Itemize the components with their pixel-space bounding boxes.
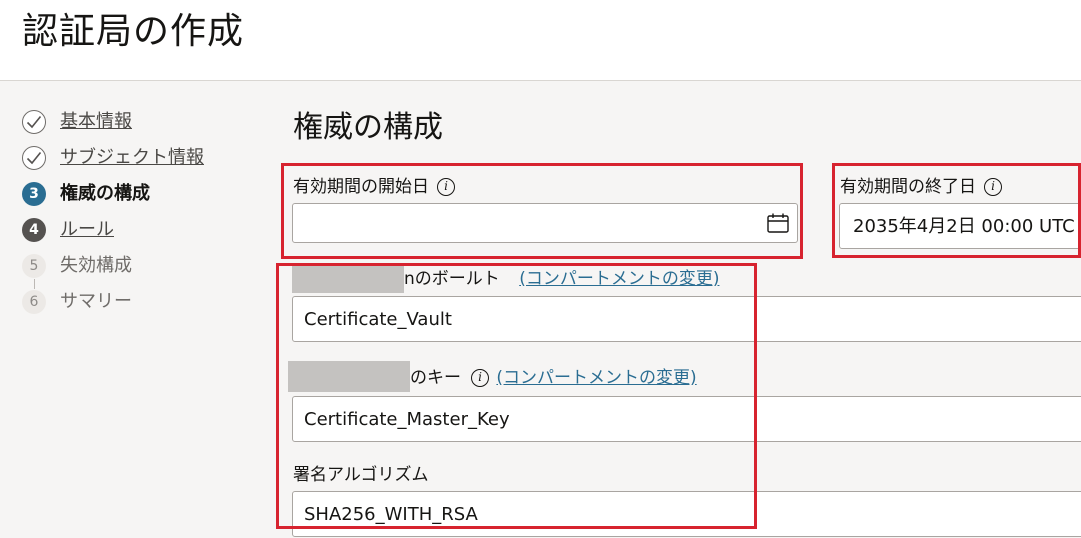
vault-label-text: nのボールト: [404, 269, 500, 289]
validity-end-label: 有効期間の終了日 i: [840, 175, 1002, 199]
step-number-badge: 6: [22, 290, 46, 314]
check-icon: [22, 110, 46, 134]
page-header: 認証局の作成: [0, 0, 1081, 81]
validity-end-label-text: 有効期間の終了日: [840, 177, 976, 197]
vault-select[interactable]: Certificate_Vault: [292, 296, 1081, 342]
step-label: サマリー: [60, 291, 132, 312]
step-subject-info[interactable]: サブジェクト情報: [22, 143, 262, 179]
step-number-badge: 4: [22, 218, 46, 242]
validity-end-date-input[interactable]: 2035年4月2日 00:00 UTC: [839, 203, 1081, 249]
step-label[interactable]: ルール: [60, 217, 114, 243]
vault-value: Certificate_Vault: [304, 309, 452, 330]
signing-algorithm-label: 署名アルゴリズム: [293, 465, 429, 485]
step-summary: 6 サマリー: [22, 279, 262, 323]
key-label-text: のキー: [410, 368, 461, 388]
step-basic-info[interactable]: 基本情報: [22, 107, 262, 143]
step-label: 権威の構成: [60, 183, 150, 204]
page-title: 認証局の作成: [22, 11, 245, 52]
section-title: 権威の構成: [293, 110, 443, 145]
validity-end-value: 2035年4月2日 00:00 UTC: [853, 216, 1075, 237]
validity-start-date-input[interactable]: [292, 203, 798, 243]
redacted-text: [292, 264, 404, 293]
step-number-badge: 3: [22, 182, 46, 206]
step-connector: [34, 279, 35, 289]
step-authority-config: 3 権威の構成: [22, 179, 262, 215]
key-value: Certificate_Master_Key: [304, 409, 510, 430]
step-label[interactable]: 基本情報: [60, 109, 132, 135]
calendar-icon[interactable]: [767, 213, 789, 238]
step-rules[interactable]: 4 ルール: [22, 215, 262, 251]
validity-start-label: 有効期間の開始日 i: [293, 175, 455, 199]
vault-change-compartment-link[interactable]: (コンパートメントの変更): [519, 269, 719, 289]
step-number-badge: 5: [22, 254, 46, 278]
key-change-compartment-link[interactable]: (コンパートメントの変更): [496, 368, 696, 388]
signing-algorithm-select[interactable]: SHA256_WITH_RSA: [292, 491, 1081, 537]
step-revocation-config: 5 失効構成: [22, 251, 262, 287]
wizard-steps: 基本情報 サブジェクト情報 3 権威の構成 4 ルール 5 失効構成 6 サマリ…: [22, 107, 262, 323]
vault-label: nのボールト (コンパートメントの変更): [404, 267, 719, 291]
redacted-text: [288, 361, 410, 392]
key-select[interactable]: Certificate_Master_Key: [292, 396, 1081, 442]
info-icon[interactable]: i: [437, 178, 455, 196]
info-icon[interactable]: i: [471, 369, 489, 387]
validity-start-label-text: 有効期間の開始日: [293, 177, 429, 197]
step-label[interactable]: サブジェクト情報: [60, 145, 204, 171]
check-icon: [22, 146, 46, 170]
step-label: 失効構成: [60, 255, 132, 276]
info-icon[interactable]: i: [984, 178, 1002, 196]
signing-algorithm-value: SHA256_WITH_RSA: [304, 504, 478, 525]
key-label: のキー i (コンパートメントの変更): [410, 366, 697, 390]
